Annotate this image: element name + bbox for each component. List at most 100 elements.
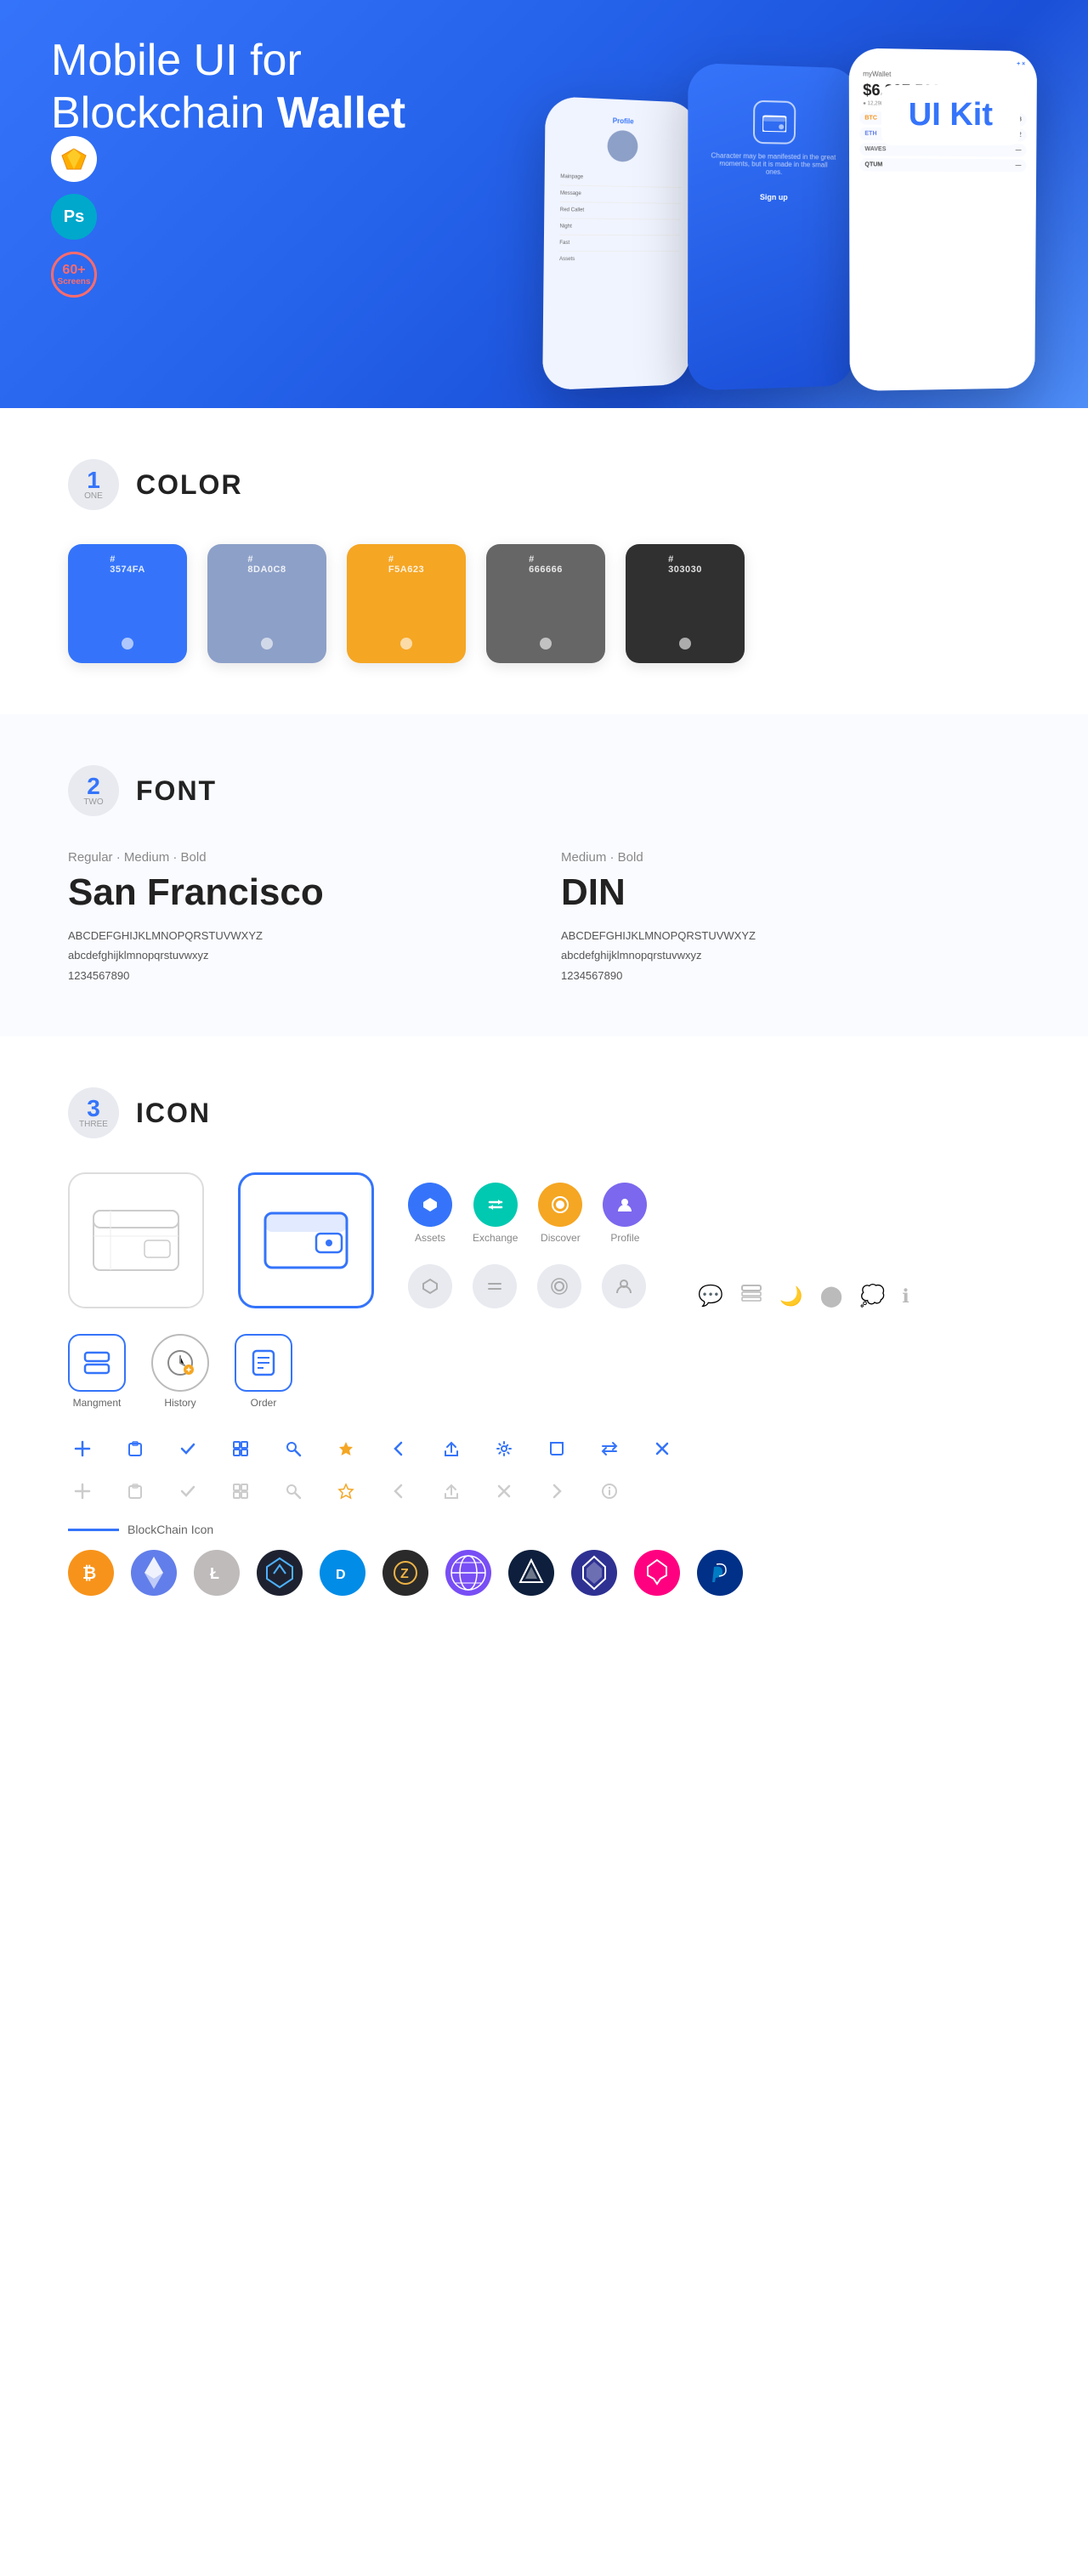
color-swatches: #3574FA #8DA0C8 #F5A623 #666666 #303030 — [68, 544, 1020, 663]
swatch-dark: #303030 — [626, 544, 745, 663]
assets-outline-icon — [408, 1264, 452, 1308]
exchange-icon — [473, 1183, 518, 1227]
history-icon-item: History — [151, 1334, 209, 1409]
order-icon-item: Order — [235, 1334, 292, 1409]
icon-section: 3 THREE ICON — [0, 1036, 1088, 1647]
info-icon: ℹ — [902, 1285, 909, 1308]
profile-icon — [603, 1183, 647, 1227]
small-icons-gray-row — [68, 1477, 1020, 1506]
bc-divider — [68, 1529, 119, 1531]
paypal-icon — [697, 1550, 743, 1596]
order-icon — [235, 1334, 292, 1392]
share-icon-gray — [437, 1477, 466, 1506]
kyber-icon — [571, 1550, 617, 1596]
phone-left: Profile Mainpage Message Red Callet Nigh… — [542, 96, 698, 390]
svg-text:₿: ₿ — [82, 1564, 96, 1583]
section-number-3: 3 THREE — [68, 1087, 119, 1138]
font-grid: Regular · Medium · Bold San Francisco AB… — [68, 850, 1020, 985]
dark-coin-icon — [257, 1550, 303, 1596]
font-title: FONT — [136, 775, 217, 807]
color-section: 1 ONE COLOR #3574FA #8DA0C8 #F5A623 #666… — [0, 408, 1088, 714]
font-sf: Regular · Medium · Bold San Francisco AB… — [68, 850, 527, 985]
swatch-gray: #666666 — [486, 544, 605, 663]
exchange-outline-icon — [473, 1264, 517, 1308]
profile-outline-icon — [602, 1264, 646, 1308]
discover-icon-outline — [537, 1264, 581, 1308]
expand-icon — [542, 1434, 571, 1463]
icon-title: ICON — [136, 1098, 211, 1129]
svg-text:D: D — [336, 1568, 346, 1582]
management-icon — [68, 1334, 126, 1392]
assets-icon — [408, 1183, 452, 1227]
grid-icon-gray — [226, 1477, 255, 1506]
plus-icon — [68, 1434, 97, 1463]
info-icon-gray — [595, 1477, 624, 1506]
font-din: Medium · Bold DIN ABCDEFGHIJKLMNOPQRSTUV… — [561, 850, 1020, 985]
back-icon — [384, 1434, 413, 1463]
small-icons-active-row — [68, 1434, 1020, 1463]
phone-middle: Character may be manifested in the great… — [688, 63, 859, 391]
discover-icon — [538, 1183, 582, 1227]
app-icons-outline-row — [408, 1264, 646, 1308]
icon-main-row: Assets Exchange Discover — [68, 1172, 1020, 1308]
photoshop-icon: Ps — [51, 194, 97, 240]
dash-icon: D — [320, 1550, 366, 1596]
layers-icon — [740, 1284, 762, 1308]
star-icon-gray — [332, 1477, 360, 1506]
color-header: 1 ONE COLOR — [68, 459, 1020, 510]
x-icon-gray — [490, 1477, 518, 1506]
ethereum-icon — [131, 1550, 177, 1596]
assets-icon-item: Assets — [408, 1183, 452, 1244]
grid-coin-icon — [445, 1550, 491, 1596]
grid-icon — [226, 1434, 255, 1463]
check-icon — [173, 1434, 202, 1463]
exchange-icon-outline — [473, 1264, 517, 1308]
search-icon-gray — [279, 1477, 308, 1506]
app-icons-filled-row: Assets Exchange Discover — [408, 1183, 647, 1244]
color-title: COLOR — [136, 469, 243, 501]
blockchain-label-row: BlockChain Icon — [68, 1523, 1020, 1536]
matic-icon — [634, 1550, 680, 1596]
swatch-blue: #3574FA — [68, 544, 187, 663]
blockchain-icons-row: ₿ Ł D Z — [68, 1550, 1020, 1596]
bitcoin-icon: ₿ — [68, 1550, 114, 1596]
discover-icon-item: Discover — [538, 1183, 582, 1244]
back-icon-gray — [384, 1477, 413, 1506]
exchange-icon-item: Exchange — [473, 1183, 518, 1244]
management-icon-item: Mangment — [68, 1334, 126, 1409]
font-header: 2 TWO FONT — [68, 765, 1020, 816]
circle-icon: ⬤ — [820, 1284, 843, 1308]
swatch-slate: #8DA0C8 — [207, 544, 326, 663]
icon-header: 3 THREE ICON — [68, 1087, 1020, 1138]
check-icon-gray — [173, 1477, 202, 1506]
svg-text:Z: Z — [400, 1567, 409, 1581]
search-icon — [279, 1434, 308, 1463]
history-icon — [151, 1334, 209, 1392]
clipboard-icon — [121, 1434, 150, 1463]
chat2-icon: 💭 — [860, 1284, 886, 1308]
hero-icons: Ps 60+ Screens — [51, 136, 97, 298]
screens-badge: 60+ Screens — [51, 252, 97, 298]
chat-icon: 💬 — [698, 1284, 723, 1308]
clipboard-icon-gray — [121, 1477, 150, 1506]
discover-outline-icon — [537, 1264, 581, 1308]
section-number-2: 2 TWO — [68, 765, 119, 816]
wallet-wireframe-icon — [68, 1172, 204, 1308]
close-icon — [648, 1434, 677, 1463]
misc-icons-column: 💬 🌙 ⬤ 💭 ℹ — [698, 1284, 909, 1308]
next-icon-gray — [542, 1477, 571, 1506]
swap-icon — [595, 1434, 624, 1463]
swatch-orange: #F5A623 — [347, 544, 466, 663]
svg-text:Ł: Ł — [210, 1565, 219, 1582]
arweave-icon — [508, 1550, 554, 1596]
section-number-1: 1 ONE — [68, 459, 119, 510]
settings-icon — [490, 1434, 518, 1463]
star-icon-active — [332, 1434, 360, 1463]
sketch-icon — [51, 136, 97, 182]
hero-badge: UI Kit — [881, 85, 1020, 145]
plus-icon-gray — [68, 1477, 97, 1506]
hero-section: Mobile UI for Blockchain Wallet UI Kit P… — [0, 0, 1088, 408]
font-section: 2 TWO FONT Regular · Medium · Bold San F… — [0, 714, 1088, 1036]
litecoin-icon: Ł — [194, 1550, 240, 1596]
profile-icon-outline — [602, 1264, 646, 1308]
